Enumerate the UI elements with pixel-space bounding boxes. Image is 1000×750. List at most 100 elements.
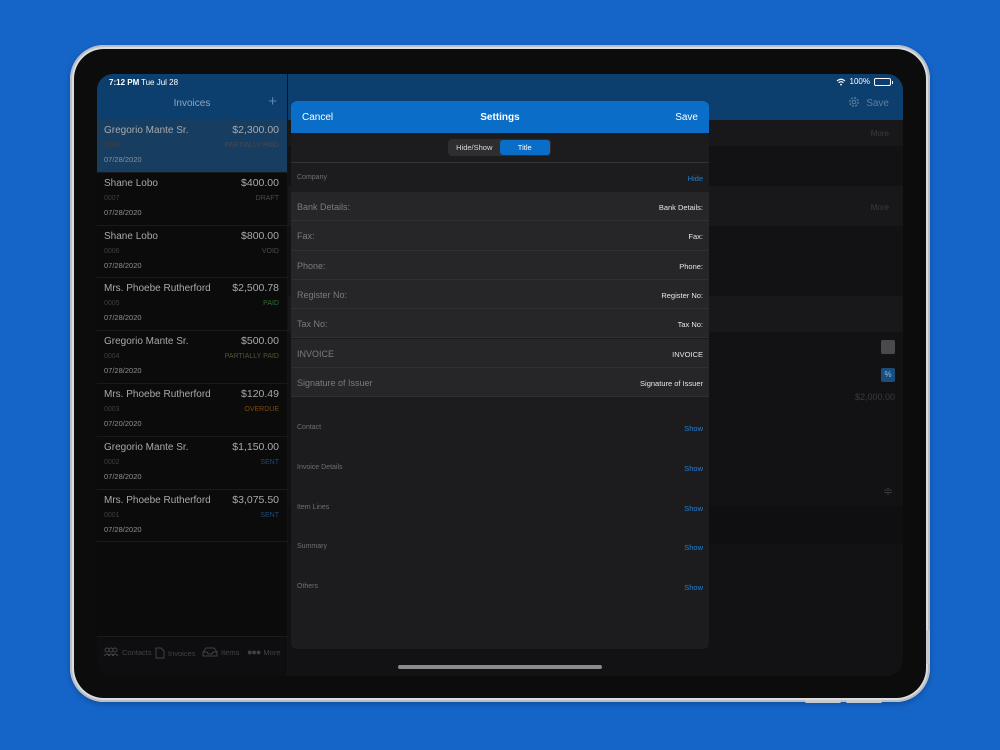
invoice-date: 07/28/2020 (104, 366, 142, 376)
section-company-label: Company (297, 174, 327, 181)
settings-section: Invoice Details Show (291, 447, 709, 487)
plus-icon[interactable]: + (268, 93, 277, 110)
tab-contacts-label: Contacts (122, 647, 152, 657)
invoice-amount: $1,150.00 (232, 440, 279, 453)
invoice-customer-name: Mrs. Phoebe Rutherford (104, 494, 211, 506)
field-row[interactable]: Tax No: Tax No: (291, 309, 709, 339)
field-title-value[interactable]: Bank Details: (659, 203, 703, 212)
invoice-number: 0005 (104, 300, 120, 308)
invoice-amount: $120.49 (241, 387, 279, 400)
section-label: Summary (297, 543, 327, 551)
invoice-number: 0006 (104, 247, 120, 255)
invoice-date: 07/28/2020 (104, 471, 142, 481)
reorder-icon[interactable]: ≑ (883, 484, 893, 498)
more-link-1[interactable]: More (871, 129, 889, 138)
invoice-date: 07/28/2020 (104, 155, 142, 164)
invoice-customer-name: Mrs. Phoebe Rutherford (104, 283, 211, 295)
detail-save-button[interactable]: Save (866, 98, 889, 109)
invoice-number: 0003 (104, 405, 120, 413)
percent-button[interactable]: % (881, 368, 895, 382)
invoice-row[interactable]: Gregorio Mante Sr. $2,300.00 0008 PARTIALLY… (97, 120, 287, 173)
contacts-icon (103, 647, 119, 657)
invoice-row[interactable]: Shane Lobo $400.00 0007 DRAFT 07/28/2020 (97, 173, 287, 226)
status-date: Tue Jul 28 (141, 78, 179, 87)
modal-navbar: Cancel Settings Save (291, 101, 709, 133)
invoice-status-badge: SENT (260, 458, 279, 466)
invoice-status-badge: SENT (260, 511, 279, 519)
segment-title[interactable]: Title (499, 140, 550, 155)
field-row[interactable]: INVOICE INVOICE (291, 338, 709, 368)
segment-bar: Hide/Show Title (291, 133, 709, 163)
field-title-value[interactable]: Fax: (688, 232, 703, 241)
section-show-toggle[interactable]: Show (684, 504, 703, 513)
invoice-row[interactable]: Gregorio Mante Sr. $500.00 0004 PARTIALLY P… (97, 331, 287, 384)
field-title-value[interactable]: INVOICE (672, 350, 703, 359)
invoice-sidebar: Invoices + Gregorio Mante Sr. $2,300.00 00… (97, 74, 287, 676)
invoice-amount: $500.00 (241, 335, 279, 348)
field-label: Bank Details: (297, 202, 351, 212)
invoice-customer-name: Shane Lobo (104, 177, 158, 189)
section-show-toggle[interactable]: Show (684, 583, 703, 592)
tab-items[interactable]: Items (202, 647, 239, 657)
power-button (805, 700, 841, 703)
settings-section: Contact Show (291, 408, 709, 447)
field-row[interactable]: Register No: Register No: (291, 279, 709, 310)
invoice-number: 0007 (104, 194, 120, 202)
invoice-number: 0002 (104, 458, 120, 466)
field-title-value[interactable]: Tax No: (678, 320, 703, 329)
save-button[interactable]: Save (675, 112, 698, 123)
invoice-row[interactable]: Gregorio Mante Sr. $1,150.00 0002 SENT 07/28… (97, 437, 287, 490)
invoice-number: 0004 (104, 353, 120, 361)
battery-percent: 100% (849, 77, 870, 86)
invoice-row[interactable]: Shane Lobo $800.00 0006 VOID 07/28/2020 (97, 226, 287, 279)
tray-icon (202, 647, 218, 657)
invoice-customer-name: Mrs. Phoebe Rutherford (104, 388, 211, 400)
field-title-value[interactable]: Register No: (661, 291, 703, 300)
invoice-status-badge: PARTIALLY PAID (224, 353, 279, 361)
detail-amount: $2,000.00 (854, 392, 895, 402)
tab-contacts[interactable]: Contacts (103, 647, 152, 657)
ellipsis-icon: ●●● (247, 647, 261, 657)
invoice-row[interactable]: Mrs. Phoebe Rutherford $3,075.50 0001 SENT 0… (97, 490, 287, 543)
invoice-amount: $3,075.50 (232, 493, 279, 506)
invoice-amount: $800.00 (241, 229, 279, 242)
section-label: Invoice Details (297, 463, 343, 471)
field-row[interactable]: Bank Details: Bank Details: (291, 192, 709, 222)
field-row[interactable]: Fax: Fax: (291, 221, 709, 251)
invoice-amount: $2,300.00 (232, 124, 279, 136)
edit-icon[interactable] (881, 340, 895, 354)
invoice-date: 07/20/2020 (104, 418, 142, 428)
field-title-value[interactable]: Phone: (679, 262, 703, 271)
section-show-toggle[interactable]: Show (684, 424, 703, 433)
screen: Invoices + Gregorio Mante Sr. $2,300.00 00… (97, 74, 903, 676)
status-time: 7:12 PM (109, 78, 140, 87)
section-label: Item Lines (297, 503, 330, 511)
invoice-status-badge: DRAFT (255, 194, 279, 202)
battery-icon (874, 77, 893, 86)
field-row[interactable]: Phone: Phone: (291, 250, 709, 280)
gear-icon[interactable] (847, 95, 861, 109)
tab-invoices[interactable]: Invoices (155, 647, 196, 659)
section-show-toggle[interactable]: Show (684, 464, 703, 473)
segmented-control: Hide/Show Title (448, 139, 551, 156)
volume-button (926, 630, 930, 664)
section-show-toggle[interactable]: Show (684, 543, 703, 552)
settings-section: Others Show (291, 567, 709, 607)
modal-title: Settings (480, 112, 520, 123)
field-label: Signature of Issuer (297, 377, 373, 388)
invoice-customer-name: Gregorio Mante Sr. (104, 336, 189, 348)
segment-hide-show[interactable]: Hide/Show (449, 140, 500, 155)
field-row[interactable]: Signature of Issuer Signature of Issuer (291, 367, 709, 398)
invoice-number: 0008 (104, 142, 120, 149)
invoice-row[interactable]: Mrs. Phoebe Rutherford $2,500.78 0005 PAID 0… (97, 278, 287, 332)
tab-invoices-label: Invoices (168, 648, 196, 658)
section-company-toggle[interactable]: Hide (688, 174, 703, 183)
invoice-row[interactable]: Mrs. Phoebe Rutherford $120.49 0003 OVERDUE… (97, 384, 287, 437)
field-title-value[interactable]: Signature of Issuer (640, 379, 703, 388)
invoice-customer-name: Gregorio Mante Sr. (104, 441, 189, 453)
tab-more[interactable]: ●●● More (247, 647, 280, 657)
field-label: INVOICE (297, 348, 335, 359)
invoice-customer-name: Gregorio Mante Sr. (104, 125, 189, 136)
section-label: Others (297, 583, 319, 591)
more-link-2[interactable]: More (871, 203, 889, 212)
